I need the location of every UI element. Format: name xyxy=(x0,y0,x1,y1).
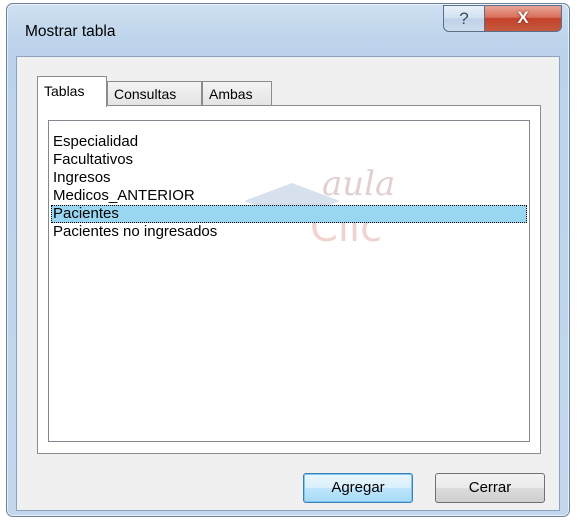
list-item-ingresos[interactable]: Ingresos xyxy=(51,169,527,187)
list-item-pacientes[interactable]: Pacientes xyxy=(51,205,527,223)
dialog-title: Mostrar tabla xyxy=(25,23,116,40)
list-item-especialidad[interactable]: Especialidad xyxy=(51,133,527,151)
help-icon: ? xyxy=(459,9,469,28)
add-button[interactable]: Agregar xyxy=(303,473,413,503)
close-window-button[interactable]: X xyxy=(484,5,562,32)
list-item-facultativos[interactable]: Facultativos xyxy=(51,151,527,169)
help-button[interactable]: ? xyxy=(443,5,485,32)
tab-consultas[interactable]: Consultas xyxy=(107,81,202,106)
dialog-window: Mostrar tabla ? X Tablas Consultas Ambas… xyxy=(6,3,570,517)
list-item-medicos-anterior[interactable]: Medicos_ANTERIOR xyxy=(51,187,527,205)
close-icon: X xyxy=(517,8,529,27)
tab-panel: aula Clic .com Especialidad Facultativos… xyxy=(37,105,541,454)
tab-ambas[interactable]: Ambas xyxy=(202,81,272,106)
tab-tablas[interactable]: Tablas xyxy=(37,76,107,107)
dialog-client-area: Tablas Consultas Ambas aula Clic .com Es… xyxy=(16,56,560,511)
close-button[interactable]: Cerrar xyxy=(435,473,545,503)
table-listbox[interactable]: aula Clic .com Especialidad Facultativos… xyxy=(48,120,530,442)
list-item-pacientes-no-ingresados[interactable]: Pacientes no ingresados xyxy=(51,223,527,241)
